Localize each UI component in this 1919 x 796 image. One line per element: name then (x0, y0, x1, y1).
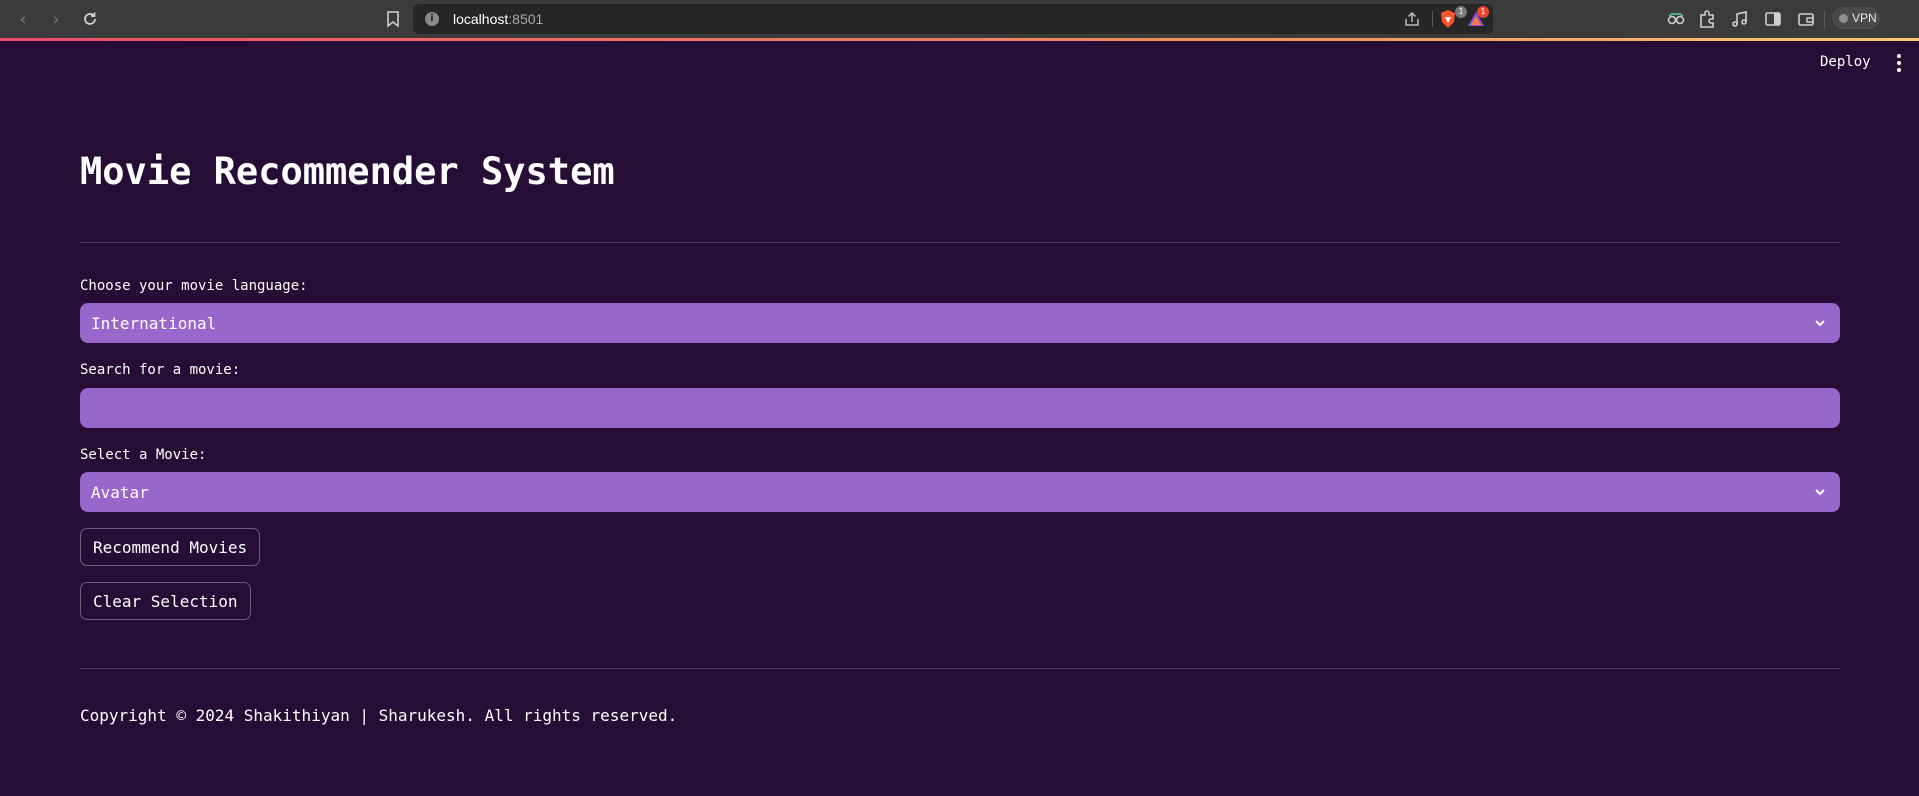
clear-selection-button[interactable]: Clear Selection (80, 582, 251, 620)
address-bar[interactable]: i localhost:8501 1 1 (413, 4, 1493, 34)
copyright-text: Copyright © 2024 Shakithiyan | Sharukesh… (80, 706, 678, 725)
media-icon[interactable] (1730, 9, 1750, 29)
site-info-icon[interactable]: i (425, 12, 439, 26)
footer-divider (80, 668, 1840, 669)
main-menu-icon[interactable] (1891, 52, 1907, 74)
wallet-icon[interactable] (1796, 9, 1816, 29)
page-accent-line (0, 38, 1919, 41)
page-title: Movie Recommender System (80, 150, 615, 193)
share-icon[interactable] (1403, 10, 1421, 28)
reload-icon[interactable] (79, 8, 101, 30)
title-divider (80, 242, 1840, 243)
back-icon[interactable]: ‹ (12, 8, 34, 30)
movie-selected-value: Avatar (91, 482, 149, 502)
search-input[interactable] (80, 388, 1840, 428)
rewards-count-badge: 1 (1477, 6, 1489, 18)
extensions-icon[interactable] (1697, 9, 1717, 29)
shields-count-badge: 1 (1455, 6, 1467, 18)
toolbar-divider (1824, 10, 1825, 28)
vpn-button[interactable]: VPN (1832, 7, 1880, 29)
language-selected-value: International (91, 313, 217, 333)
url-text[interactable]: localhost:8501 (453, 11, 543, 27)
deploy-button[interactable]: Deploy (1812, 50, 1879, 74)
language-label: Choose your movie language: (80, 278, 308, 294)
movie-select[interactable]: Avatar (80, 472, 1840, 512)
vpn-label: VPN (1852, 11, 1877, 25)
search-label: Search for a movie: (80, 362, 241, 378)
bookmark-icon[interactable] (382, 8, 404, 30)
recommend-movies-button[interactable]: Recommend Movies (80, 528, 261, 566)
chevron-down-icon (1815, 320, 1825, 327)
sidebar-icon[interactable] (1763, 9, 1783, 29)
movie-label: Select a Movie: (80, 447, 207, 463)
url-divider (1432, 11, 1433, 27)
language-select[interactable]: International (80, 303, 1840, 343)
browser-toolbar: ‹ › i localhost:8501 1 1 VPN (0, 0, 1919, 41)
leo-ai-icon[interactable] (1666, 9, 1686, 29)
chevron-down-icon (1815, 489, 1825, 496)
vpn-status-icon (1839, 13, 1848, 23)
forward-icon[interactable]: › (45, 8, 67, 30)
